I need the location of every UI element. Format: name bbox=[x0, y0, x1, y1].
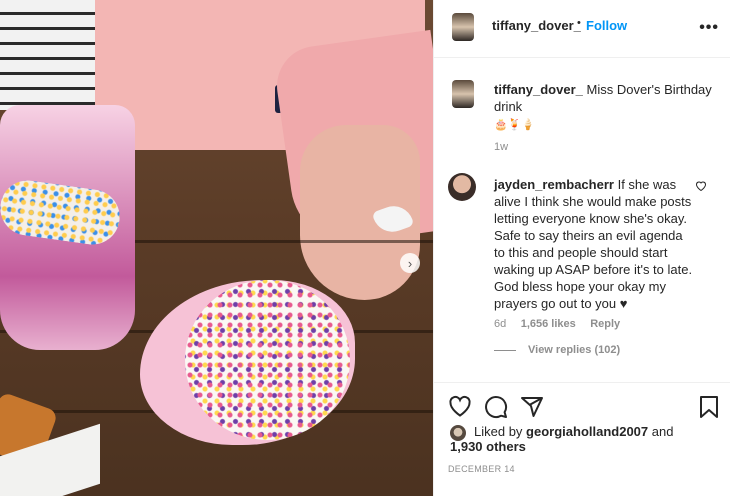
instagram-post: › tiffany_dover_ • Follow ••• tiffany_do… bbox=[0, 0, 730, 497]
view-replies[interactable]: View replies (102) bbox=[494, 344, 620, 356]
likes-prefix: Liked by bbox=[474, 424, 523, 439]
heart-icon[interactable] bbox=[448, 395, 472, 422]
commenter-avatar[interactable] bbox=[448, 173, 476, 201]
comment: jayden_rembacherr If she was alive I thi… bbox=[494, 176, 694, 312]
comment-time[interactable]: 6d bbox=[494, 318, 506, 330]
author-avatar[interactable] bbox=[452, 13, 474, 41]
chevron-right-icon[interactable]: › bbox=[400, 253, 420, 273]
comment-like-heart-icon[interactable] bbox=[695, 180, 707, 194]
post-photo: › bbox=[0, 0, 433, 496]
comment-text: If she was alive I think she would make … bbox=[494, 177, 693, 311]
comment-username[interactable]: jayden_rembacherr bbox=[494, 177, 614, 192]
caption-time[interactable]: 1w bbox=[494, 141, 508, 153]
comment-icon[interactable] bbox=[484, 395, 508, 424]
post-header: tiffany_dover_ • Follow ••• bbox=[434, 0, 730, 58]
view-replies-button[interactable]: View replies (102) bbox=[528, 344, 620, 356]
caption-emoji: 🎂🍹🍦 bbox=[494, 119, 536, 131]
caption-username[interactable]: tiffany_dover_ bbox=[494, 82, 583, 97]
replies-divider bbox=[494, 349, 516, 351]
share-icon[interactable] bbox=[520, 395, 544, 424]
post-date[interactable]: DECEMBER 14 bbox=[448, 464, 515, 474]
separator-dot: • bbox=[577, 17, 581, 29]
likes-count[interactable]: 1,930 others bbox=[450, 439, 526, 454]
caption-avatar[interactable] bbox=[452, 80, 474, 108]
liker-username[interactable]: georgiaholland2007 bbox=[526, 424, 648, 439]
author-username[interactable]: tiffany_dover_ bbox=[492, 18, 581, 33]
whipped-cream-sprinkles bbox=[185, 280, 350, 440]
bookmark-icon[interactable] bbox=[699, 395, 719, 424]
follow-button[interactable]: Follow bbox=[586, 18, 627, 33]
comment-meta: 6d 1,656 likes Reply bbox=[494, 314, 620, 332]
reply-button[interactable]: Reply bbox=[590, 318, 620, 330]
post-side-panel: tiffany_dover_ • Follow ••• tiffany_dove… bbox=[433, 0, 730, 497]
likes-connector: and bbox=[651, 424, 674, 439]
more-icon[interactable]: ••• bbox=[699, 19, 719, 37]
striped-shirt bbox=[0, 0, 110, 110]
comment-likes[interactable]: 1,656 likes bbox=[521, 318, 576, 330]
likes-summary: Liked by georgiaholland2007 and 1,930 ot… bbox=[450, 424, 674, 454]
caption: tiffany_dover_ Miss Dover's Birthday dri… bbox=[494, 81, 714, 134]
